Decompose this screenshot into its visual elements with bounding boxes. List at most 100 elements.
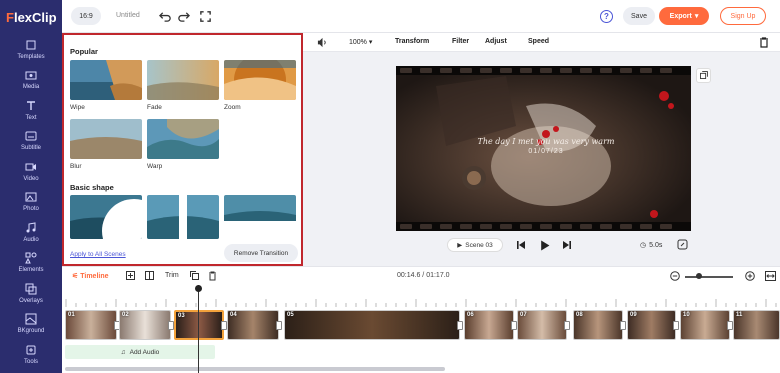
aspect-ratio-button[interactable]: 16:9: [71, 7, 101, 25]
music-icon: ♫: [120, 348, 126, 356]
save-button[interactable]: Save: [623, 7, 655, 25]
text-icon: [27, 101, 35, 110]
sidebar-item-elements[interactable]: Elements: [0, 248, 62, 279]
sidebar-item-tools[interactable]: Tools: [0, 339, 62, 370]
volume-icon[interactable]: [317, 37, 328, 48]
timeline-icon: ⚟: [72, 273, 79, 280]
timeline-clip[interactable]: 10: [680, 310, 730, 340]
export-button[interactable]: Export ▾: [659, 7, 709, 25]
photo-icon: [25, 192, 37, 202]
add-scene-icon[interactable]: [126, 271, 135, 280]
timeline-track: 01 02 03 04 05 06 07 08 09 10 11 ♫ Add Audio: [62, 285, 780, 373]
transition-thumb-warp[interactable]: [147, 119, 219, 159]
play-icon[interactable]: [539, 240, 550, 251]
project-title[interactable]: Untitled: [116, 12, 140, 19]
app-logo[interactable]: FlexClip: [0, 0, 62, 34]
timeline-clip[interactable]: 08: [573, 310, 623, 340]
scene-label: Scene 03: [465, 241, 493, 249]
timeline-clip[interactable]: 02: [119, 310, 171, 340]
sidebar-item-audio[interactable]: Audio: [0, 217, 62, 248]
video-date[interactable]: 01/07/23: [516, 148, 576, 155]
transition-thumb-fade[interactable]: [147, 60, 219, 100]
next-icon[interactable]: [562, 240, 572, 250]
help-icon[interactable]: ?: [600, 10, 613, 23]
basic-shape-heading: Basic shape: [70, 183, 114, 192]
timeline-tab[interactable]: ⚟ Timeline: [72, 272, 109, 280]
clip-number: 11: [736, 312, 743, 318]
trim-button[interactable]: Trim: [165, 272, 179, 279]
scene-play-button[interactable]: ▶ Scene 03: [447, 238, 503, 252]
speed-button[interactable]: Speed: [528, 38, 549, 45]
zoom-in-icon[interactable]: [745, 271, 755, 281]
timeline-clip[interactable]: 06: [464, 310, 514, 340]
video-preview[interactable]: The day I met you was very warm 01/07/23: [396, 66, 691, 231]
split-icon[interactable]: [145, 271, 154, 280]
film-strip-top: [396, 66, 691, 75]
timeline-scrollbar[interactable]: [65, 367, 445, 371]
add-audio-button[interactable]: ♫ Add Audio: [65, 345, 215, 359]
sidebar-item-label: BKground: [17, 328, 45, 335]
zoom-level: 100%: [349, 39, 367, 46]
transition-marker[interactable]: [457, 321, 463, 330]
timeline-clip[interactable]: 04: [227, 310, 279, 340]
transition-marker[interactable]: [620, 321, 626, 330]
timeline-clip[interactable]: 01: [65, 310, 117, 340]
transition-marker[interactable]: [564, 321, 570, 330]
sidebar-item-templates[interactable]: Templates: [0, 34, 62, 65]
templates-icon: [26, 40, 36, 50]
playhead[interactable]: [198, 285, 199, 373]
transition-thumb-split[interactable]: [147, 195, 219, 239]
duplicate-icon[interactable]: [696, 68, 711, 83]
playhead-handle[interactable]: [195, 285, 202, 292]
transition-thumb-rect[interactable]: [224, 195, 296, 239]
timeline-clip[interactable]: 07: [517, 310, 567, 340]
sidebar-item-text[interactable]: Text: [0, 95, 62, 126]
previous-icon[interactable]: [516, 240, 526, 250]
transition-thumb-zoom[interactable]: [224, 60, 296, 100]
clip-number: 09: [630, 312, 637, 318]
timeline-clip[interactable]: 05: [284, 310, 460, 340]
sidebar-item-overlays[interactable]: Overlays: [0, 278, 62, 309]
expand-icon[interactable]: [677, 239, 688, 250]
sidebar-item-media[interactable]: Media: [0, 65, 62, 96]
transition-marker[interactable]: [673, 321, 679, 330]
transform-button[interactable]: Transform: [395, 38, 429, 45]
remove-transition-button[interactable]: Remove Transition: [224, 244, 298, 262]
sidebar-item-bkground[interactable]: BKground: [0, 309, 62, 340]
undo-icon[interactable]: [159, 10, 172, 23]
zoom-slider-handle[interactable]: [696, 273, 703, 279]
clip-number: 10: [683, 312, 690, 318]
transition-label: Fade: [147, 104, 162, 111]
filter-button[interactable]: Filter: [452, 38, 469, 45]
apply-to-all-link[interactable]: Apply to All Scenes: [70, 251, 126, 258]
sidebar-item-label: Photo: [23, 206, 39, 213]
transition-thumb-wipe[interactable]: [70, 60, 142, 100]
video-caption[interactable]: The day I met you was very warm: [471, 137, 621, 146]
sidebar: FlexClip Templates Media Text Subtitle Video…: [0, 0, 62, 373]
scene-duration[interactable]: ◷ 5.0s: [640, 238, 662, 252]
sidebar-item-label: Text: [25, 114, 37, 121]
logo-text: lexClip: [13, 9, 57, 25]
signup-button[interactable]: Sign Up: [720, 7, 766, 25]
zoom-dropdown[interactable]: 100% ▾: [349, 38, 372, 46]
sidebar-item-photo[interactable]: Photo: [0, 187, 62, 218]
copy-icon[interactable]: [190, 271, 199, 280]
sidebar-item-subtitle[interactable]: Subtitle: [0, 126, 62, 157]
elements-icon: [25, 252, 37, 264]
fullscreen-icon[interactable]: [199, 10, 212, 23]
fit-timeline-icon[interactable]: [765, 271, 776, 281]
delete-icon[interactable]: [208, 271, 217, 281]
zoom-out-icon[interactable]: [670, 271, 680, 281]
trash-icon[interactable]: [759, 37, 769, 48]
adjust-button[interactable]: Adjust: [485, 38, 507, 45]
sidebar-item-video[interactable]: Video: [0, 156, 62, 187]
timeline-clip[interactable]: 11: [733, 310, 780, 340]
transition-marker[interactable]: [276, 321, 282, 330]
timeline-clip[interactable]: 03: [174, 310, 224, 340]
transition-thumb-blur[interactable]: [70, 119, 142, 159]
transition-thumb-circle[interactable]: [70, 195, 142, 239]
popular-heading: Popular: [70, 47, 98, 56]
timeline-clip[interactable]: 09: [627, 310, 676, 340]
redo-icon[interactable]: [177, 10, 190, 23]
zoom-slider[interactable]: [685, 276, 733, 278]
